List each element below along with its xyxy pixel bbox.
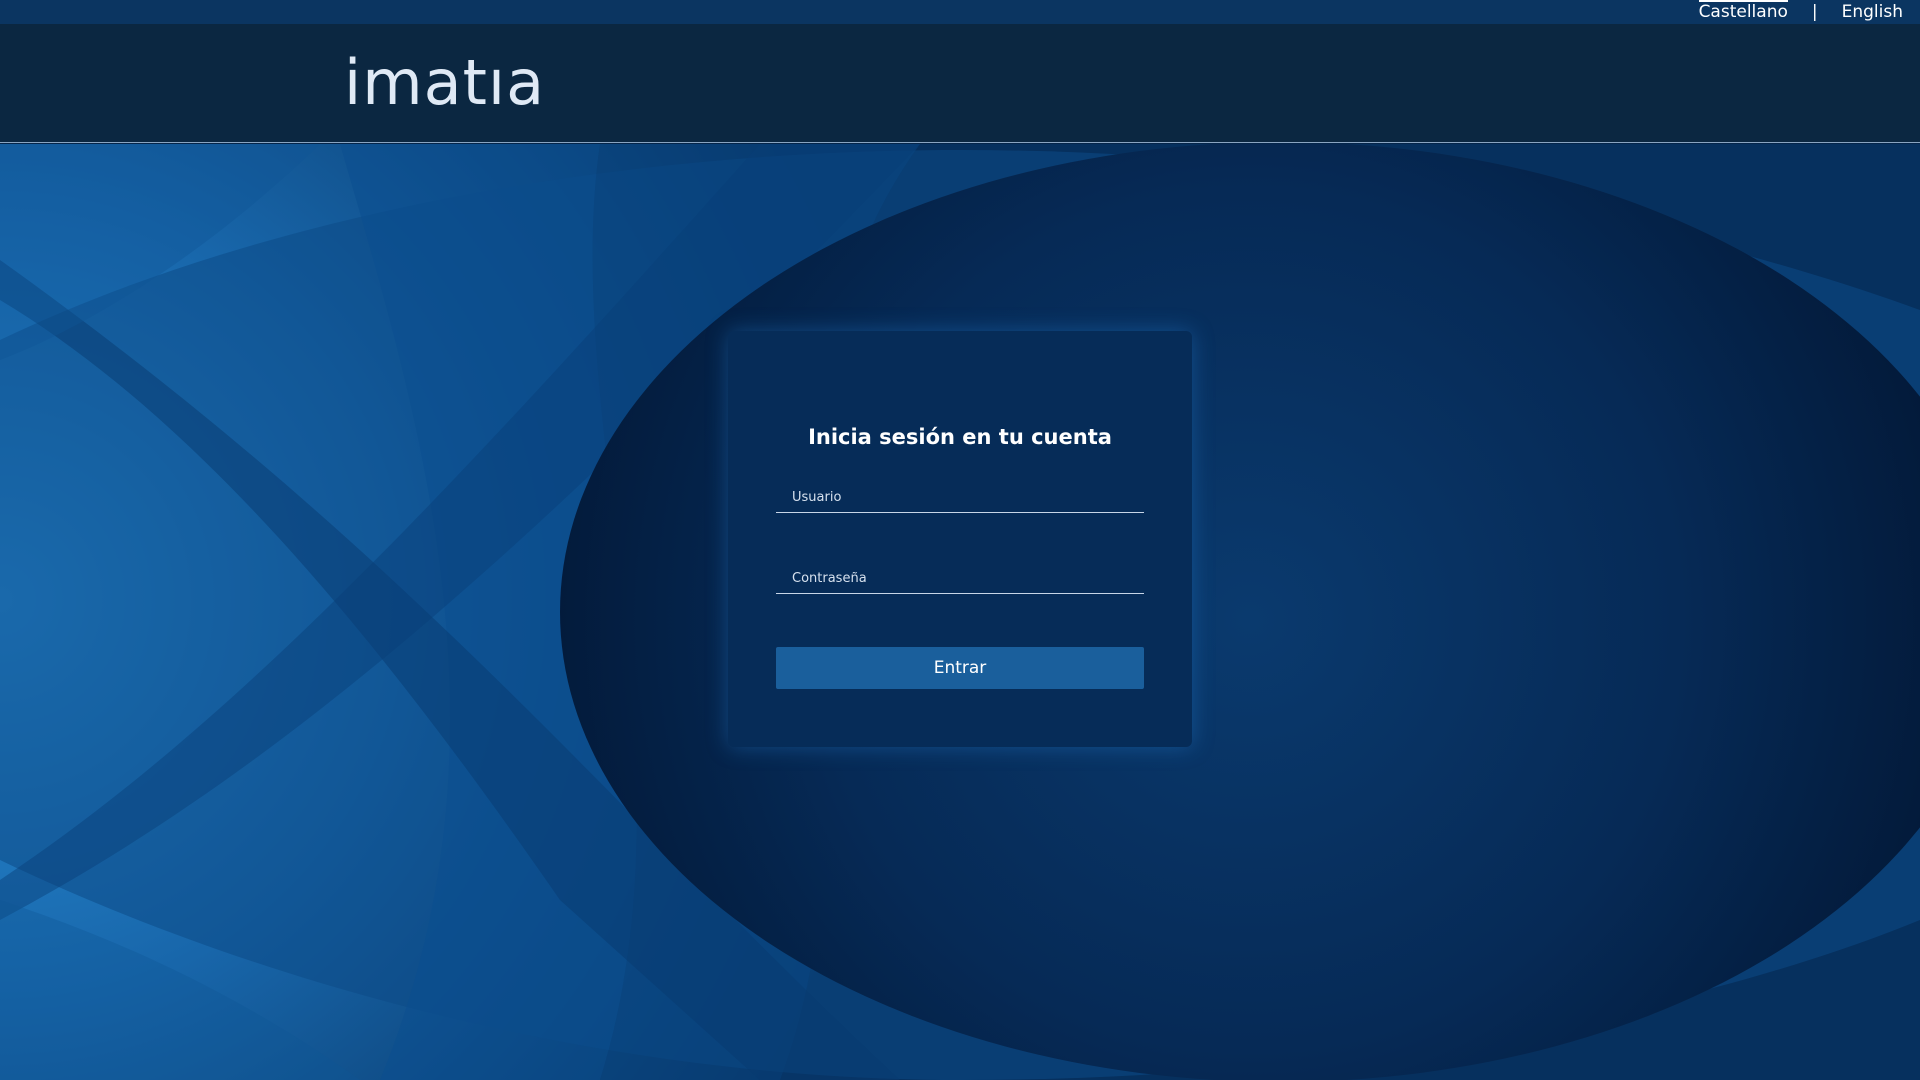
language-separator: |: [1811, 2, 1818, 22]
username-input[interactable]: [776, 483, 1144, 512]
login-button[interactable]: Entrar: [776, 647, 1144, 689]
imatia-logo[interactable]: imatıa: [344, 52, 545, 114]
login-title: Inicia sesión en tu cuenta: [808, 425, 1112, 449]
password-field[interactable]: [776, 564, 1144, 594]
language-bar: Castellano | English: [0, 0, 1920, 24]
language-castellano-link[interactable]: Castellano: [1698, 0, 1789, 24]
username-field[interactable]: [776, 483, 1144, 513]
site-header: imatıa: [0, 24, 1920, 143]
password-input[interactable]: [776, 564, 1144, 593]
language-english-link[interactable]: English: [1842, 0, 1903, 24]
